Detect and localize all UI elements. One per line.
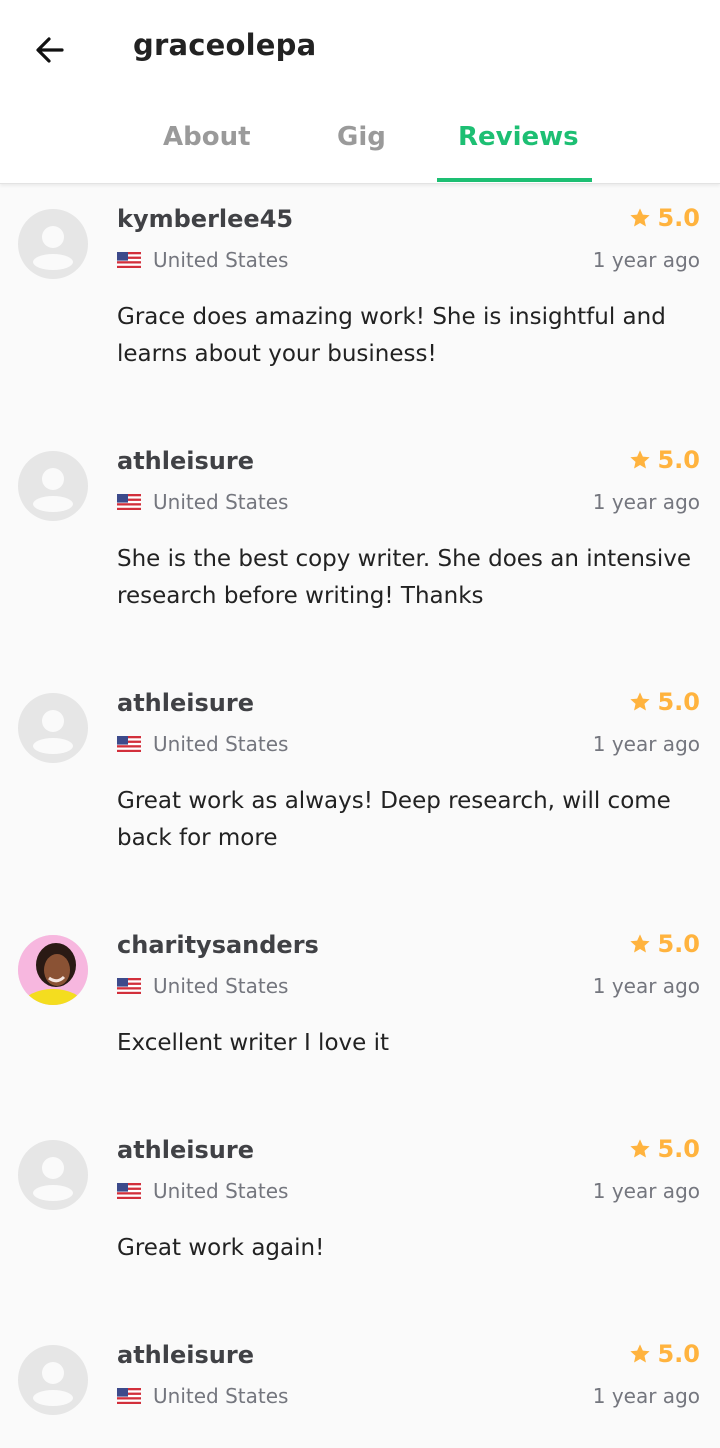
us-flag-icon: [117, 978, 141, 994]
default-avatar-icon[interactable]: [18, 209, 88, 279]
active-tab-indicator: [437, 178, 592, 182]
user-photo-avatar[interactable]: [18, 935, 88, 1005]
default-avatar-icon[interactable]: [18, 1140, 88, 1210]
rating-value: 5.0: [657, 1135, 700, 1163]
reviewer-username[interactable]: charitysanders: [117, 931, 319, 959]
us-flag-icon: [117, 736, 141, 752]
us-flag-icon: [117, 494, 141, 510]
star-icon: [630, 692, 651, 711]
country-name: United States: [153, 1179, 289, 1203]
reviewer-username[interactable]: kymberlee45: [117, 205, 293, 233]
review-rating: 5.0: [629, 688, 700, 716]
rating-value: 5.0: [657, 204, 700, 232]
star-icon: [630, 1344, 651, 1363]
reviewer-country: United States: [117, 248, 288, 272]
star-icon: [630, 934, 651, 953]
page-title: graceolepa: [133, 28, 317, 62]
review-rating: 5.0: [629, 930, 700, 958]
review-time: 1 year ago: [592, 490, 700, 514]
country-name: United States: [153, 248, 289, 272]
tab-gig[interactable]: Gig: [337, 122, 386, 152]
reviewer-country: United States: [117, 490, 288, 514]
reviewer-username[interactable]: athleisure: [117, 1341, 254, 1369]
review-text: Excellent writer I love it: [117, 1030, 390, 1056]
review-item: athleisure 5.0 United States 1 year ago …: [0, 426, 720, 668]
tab-reviews[interactable]: Reviews: [458, 122, 579, 152]
review-rating: 5.0: [629, 204, 700, 232]
review-time: 1 year ago: [592, 732, 700, 756]
rating-value: 5.0: [657, 930, 700, 958]
review-text: Grace does amazing work! She is insightf…: [117, 304, 666, 367]
reviewer-username[interactable]: athleisure: [117, 689, 254, 717]
country-name: United States: [153, 1384, 289, 1408]
rating-value: 5.0: [657, 446, 700, 474]
tab-bar: About Gig Reviews: [0, 110, 720, 183]
reviewer-username[interactable]: athleisure: [117, 1136, 254, 1164]
review-item: kymberlee45 5.0 United States 1 year ago…: [0, 184, 720, 426]
country-name: United States: [153, 974, 289, 998]
star-icon: [630, 1139, 651, 1158]
review-time: 1 year ago: [592, 248, 700, 272]
back-button[interactable]: [32, 32, 68, 68]
default-avatar-icon[interactable]: [18, 451, 88, 521]
tab-about[interactable]: About: [163, 122, 251, 152]
default-avatar-icon[interactable]: [18, 1345, 88, 1415]
review-item: athleisure 5.0 United States 1 year ago …: [0, 668, 720, 910]
country-name: United States: [153, 732, 289, 756]
us-flag-icon: [117, 1183, 141, 1199]
default-avatar-icon[interactable]: [18, 693, 88, 763]
review-time: 1 year ago: [592, 1384, 700, 1408]
review-item: charitysanders 5.0 United States 1 year …: [0, 910, 720, 1115]
review-item: athleisure 5.0 United States 1 year ago …: [0, 1115, 720, 1320]
rating-value: 5.0: [657, 688, 700, 716]
review-text: She is the best copy writer. She does an…: [117, 546, 692, 609]
review-rating: 5.0: [629, 1135, 700, 1163]
reviewer-country: United States: [117, 974, 288, 998]
reviewer-username[interactable]: athleisure: [117, 447, 254, 475]
us-flag-icon: [117, 1388, 141, 1404]
reviewer-country: United States: [117, 1179, 288, 1203]
reviewer-country: United States: [117, 732, 288, 756]
review-rating: 5.0: [629, 1340, 700, 1368]
review-text: Great work as always! Deep research, wil…: [117, 788, 671, 851]
reviewer-country: United States: [117, 1384, 288, 1408]
review-rating: 5.0: [629, 446, 700, 474]
rating-value: 5.0: [657, 1340, 700, 1368]
review-item: athleisure 5.0 United States 1 year ago: [0, 1320, 720, 1430]
review-time: 1 year ago: [592, 1179, 700, 1203]
us-flag-icon: [117, 252, 141, 268]
reviews-list[interactable]: kymberlee45 5.0 United States 1 year ago…: [0, 184, 720, 1430]
top-app-bar: graceolepa About Gig Reviews: [0, 0, 720, 184]
country-name: United States: [153, 490, 289, 514]
review-time: 1 year ago: [592, 974, 700, 998]
star-icon: [630, 208, 651, 227]
star-icon: [630, 450, 651, 469]
arrow-left-icon: [36, 37, 64, 63]
review-text: Great work again!: [117, 1235, 325, 1261]
